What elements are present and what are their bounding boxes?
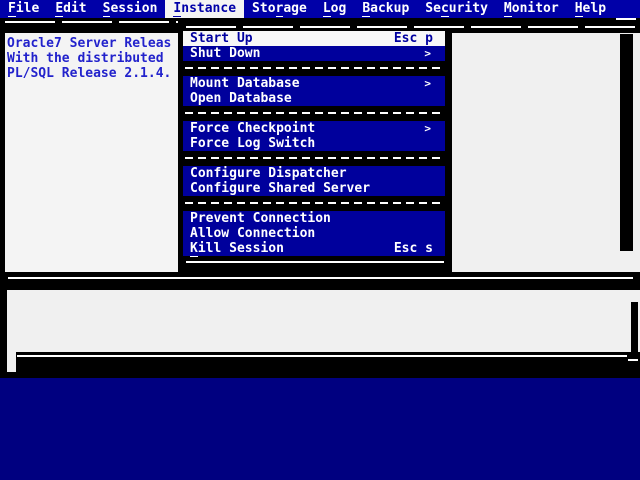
mnemonic-underline: I [173,1,181,17]
menu-item-allow-connection[interactable]: Allow Connection [183,226,445,241]
menubar-item-instance[interactable]: Instance [165,0,244,18]
menu-separator [183,106,445,121]
menubar-item-session[interactable]: Session [95,0,166,18]
separator-dashes [185,157,443,159]
mnemonic-underline: F [8,1,16,17]
menubar-item-file[interactable]: File [0,0,47,18]
mnemonic-underline: M [190,76,198,92]
console-line: Oracle7 Server Releas [5,36,178,51]
separator-dashes [185,202,443,204]
mnemonic-underline: D [229,46,237,62]
menu-bottom-border-line [186,261,444,263]
lower-window-right-border [631,302,638,352]
menu-item-open-database[interactable]: Open Database [183,91,445,106]
mnemonic-underline: L [237,136,245,152]
menubar-item-security[interactable]: Security [417,0,496,18]
mnemonic-underline: S [103,1,111,17]
mnemonic-underline: C [190,166,198,182]
menu-shortcut: Esc p [394,31,433,46]
menubar-item-log[interactable]: Log [315,0,354,18]
console-line: With the distributed [5,51,178,66]
main-window-bottom-border-line [8,277,633,279]
border-corner-notch [7,352,16,372]
menubar-item-help[interactable]: Help [567,0,614,18]
menu-item-configure-shared-server[interactable]: Configure Shared Server [183,181,445,196]
lower-window-pane [0,290,640,352]
menu-item-kill-session[interactable]: Kill SessionEsc s [183,241,445,256]
menu-separator [183,61,445,76]
right-pane [452,33,640,272]
menu-item-prevent-connection[interactable]: Prevent Connection [183,211,445,226]
mnemonic-underline: H [575,1,583,17]
lower-window-bottom-border [0,352,640,378]
menu-item-force-log-switch[interactable]: Force Log Switch [183,136,445,151]
menubar-item-edit[interactable]: Edit [47,0,94,18]
menu-item-shut-down[interactable]: Shut Down> [183,46,445,61]
mnemonic-underline: E [55,1,63,17]
mnemonic-underline: M [504,1,512,17]
menu-shortcut: Esc s [394,241,433,256]
menubar-item-monitor[interactable]: Monitor [496,0,567,18]
server-manager-screen: FileEditSessionInstanceStorageLogBackupS… [0,0,640,480]
mnemonic-underline: K [190,241,198,257]
left-window-top-border [5,21,178,23]
menu-item-mount-database[interactable]: Mount Database> [183,76,445,91]
mnemonic-underline: O [190,91,198,107]
menu-item-start-up[interactable]: Start UpEsc p [183,31,445,46]
corner-border-dash [616,18,636,20]
instance-menu: Start UpEsc pShut Down> Mount Database>Op… [183,28,445,256]
mnemonic-underline: U [237,31,245,47]
submenu-arrow-icon: > [424,76,431,91]
submenu-arrow-icon: > [424,46,431,61]
separator-dashes [185,67,443,69]
menu-separator [183,196,445,211]
console-output-pane: Oracle7 Server ReleasWith the distribute… [5,33,178,275]
main-window-bottom-border [0,272,640,290]
submenu-arrow-icon: > [424,121,431,136]
menu-item-configure-dispatcher[interactable]: Configure Dispatcher [183,166,445,181]
mnemonic-underline: h [245,121,253,137]
separator-dashes [185,112,443,114]
mnemonic-underline: P [190,211,198,227]
lower-window-corner-dash [628,359,638,361]
mnemonic-underline: L [323,1,331,17]
menubar-item-storage[interactable]: Storage [244,0,315,18]
right-pane-scrollbar[interactable] [620,34,633,251]
mnemonic-underline: r [276,1,284,17]
mnemonic-underline: S [268,181,276,197]
lower-window-bottom-border-line [17,355,627,357]
menubar-item-backup[interactable]: Backup [354,0,417,18]
console-line: PL/SQL Release 2.1.4. [5,66,178,81]
menu-bottom-border [183,256,447,272]
menu-right-shadow [445,28,452,272]
mnemonic-underline: B [362,1,370,17]
lower-window-left-border [0,272,7,352]
menu-separator [183,151,445,166]
mnemonic-underline: c [441,1,449,17]
menubar: FileEditSessionInstanceStorageLogBackupS… [0,0,640,18]
menu-item-force-checkpoint[interactable]: Force Checkpoint> [183,121,445,136]
mnemonic-underline: A [190,226,198,242]
